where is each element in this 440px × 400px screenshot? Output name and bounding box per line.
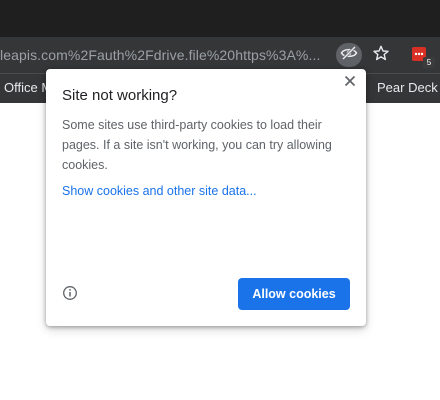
close-button[interactable] — [342, 75, 358, 91]
info-icon[interactable] — [62, 285, 78, 301]
close-icon — [344, 74, 356, 92]
extension-button[interactable]: 5 — [410, 45, 436, 71]
browser-toolbar: leapis.com%2Fauth%2Fdrive.file%20https%3… — [0, 37, 440, 73]
cookie-popup: Site not working? Some sites use third-p… — [46, 69, 366, 326]
allow-cookies-button[interactable]: Allow cookies — [238, 278, 350, 310]
popup-title: Site not working? — [62, 87, 178, 104]
omnibox-url-text[interactable]: leapis.com%2Fauth%2Fdrive.file%20https%3… — [0, 45, 330, 65]
eye-crossed-icon — [340, 44, 358, 67]
bookmark-pear-deck[interactable]: Pear Deck S — [377, 80, 440, 96]
bookmark-office[interactable]: Office M — [4, 80, 52, 96]
popup-description: Some sites use third-party cookies to lo… — [62, 118, 332, 172]
show-cookies-link[interactable]: Show cookies and other site data... — [62, 182, 257, 200]
star-icon — [373, 45, 389, 66]
extension-badge: 5 — [423, 57, 435, 68]
bookmark-star-button[interactable] — [371, 45, 391, 65]
browser-titlebar — [0, 0, 440, 37]
third-party-cookies-button[interactable] — [336, 43, 362, 67]
